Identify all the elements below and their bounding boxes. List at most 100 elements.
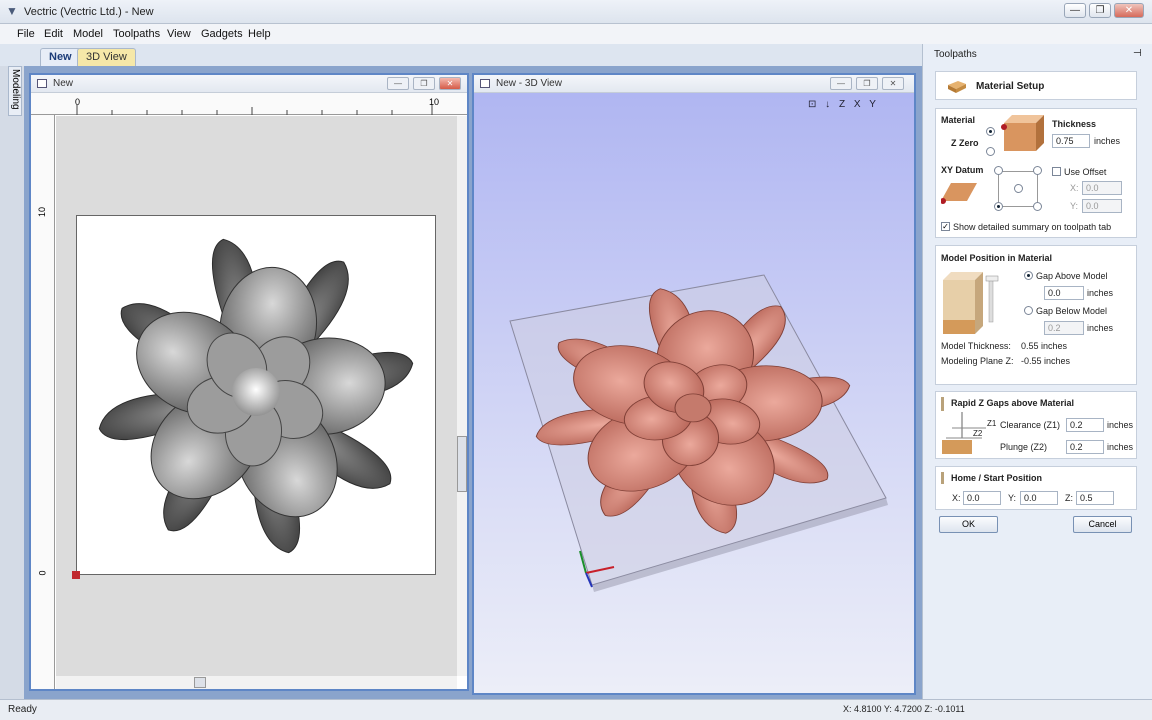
- material-setup-card: Material Setup: [935, 71, 1137, 100]
- ruler-left: 10 0: [31, 115, 55, 689]
- canvas-3d[interactable]: ⊡ ↓ Z X Y: [474, 93, 914, 693]
- horizontal-scrollbar[interactable]: [56, 676, 457, 689]
- home-z-label: Z:: [1065, 493, 1073, 503]
- tab-modeling[interactable]: Modeling: [8, 66, 22, 116]
- window-title: Vectric (Vectric Ltd.) - New: [24, 6, 154, 18]
- view-2d-maximize[interactable]: ❐: [413, 77, 435, 90]
- gap-below-label: Gap Below Model: [1036, 306, 1108, 316]
- modeling-plane-label: Modeling Plane Z:: [941, 356, 1014, 366]
- view-3d-close[interactable]: ✕: [882, 77, 904, 90]
- model-position-label: Model Position in Material: [941, 253, 1053, 263]
- offset-x-label: X:: [1070, 183, 1079, 193]
- z-zero-bottom-radio[interactable]: [986, 147, 995, 156]
- rapid-gaps-icon: [942, 412, 986, 454]
- z-zero-top-radio[interactable]: [986, 127, 995, 136]
- home-y-input[interactable]: 0.0: [1020, 491, 1058, 505]
- minimize-button[interactable]: —: [1064, 3, 1086, 18]
- offset-y-input[interactable]: 0.0: [1082, 199, 1122, 213]
- view-2d-minimize[interactable]: —: [387, 77, 409, 90]
- menu-view[interactable]: View: [167, 28, 191, 40]
- gap-above-radio[interactable]: [1024, 271, 1033, 280]
- thickness-input[interactable]: 0.75: [1052, 134, 1090, 148]
- z-zero-label: Z Zero: [951, 138, 979, 148]
- horizontal-scroll-thumb[interactable]: [194, 677, 206, 688]
- rapid-gaps-card: Rapid Z Gaps above Material Z1 Z2 Cleara…: [935, 391, 1137, 459]
- cancel-button[interactable]: Cancel: [1073, 516, 1132, 533]
- view-2d-header: New — ❐ ✕: [31, 75, 467, 93]
- material-sheet: [76, 215, 436, 575]
- status-text: Ready: [8, 704, 37, 715]
- plunge-units: inches: [1107, 442, 1134, 452]
- menu-help[interactable]: Help: [248, 28, 271, 40]
- gap-below-radio[interactable]: [1024, 306, 1033, 315]
- status-bar: Ready X: 4.8100 Y: 4.7200 Z: -0.1011: [0, 699, 1152, 720]
- view-3d-maximize[interactable]: ❐: [856, 77, 878, 90]
- menu-model[interactable]: Model: [73, 28, 103, 40]
- gap-above-units: inches: [1087, 288, 1114, 298]
- origin-marker: [72, 571, 80, 579]
- view-2d-window: New — ❐ ✕ 0 10 10 0: [29, 73, 469, 691]
- view-3d-minimize[interactable]: —: [830, 77, 852, 90]
- thickness-units: inches: [1094, 136, 1121, 146]
- close-button[interactable]: ✕: [1114, 3, 1144, 18]
- app-icon: ▼: [6, 4, 18, 18]
- home-x-input[interactable]: 0.0: [963, 491, 1001, 505]
- tab-3d-view[interactable]: 3D View: [77, 48, 136, 66]
- material-block-icon: [948, 81, 966, 93]
- gap-above-input[interactable]: 0.0: [1044, 286, 1084, 300]
- menu-gadgets[interactable]: Gadgets: [201, 28, 243, 40]
- home-position-label: Home / Start Position: [951, 473, 1043, 483]
- panel-header: Toolpaths: [934, 49, 977, 60]
- use-offset-label: Use Offset: [1064, 167, 1107, 177]
- document-tabs: New 3D View: [0, 44, 922, 66]
- tab-new[interactable]: New: [40, 48, 81, 66]
- datum-br-radio[interactable]: [1033, 202, 1042, 211]
- clearance-units: inches: [1107, 420, 1134, 430]
- model-thickness-label: Model Thickness:: [941, 341, 1011, 351]
- menu-bar: File Edit Model Toolpaths View Gadgets H…: [0, 24, 1152, 44]
- home-position-card: Home / Start Position X: 0.0 Y: 0.0 Z: 0…: [935, 466, 1137, 510]
- home-z-input[interactable]: 0.5: [1076, 491, 1114, 505]
- vertical-scrollbar[interactable]: [457, 116, 467, 676]
- pin-icon[interactable]: ⊣: [1133, 48, 1142, 59]
- window-icon: [37, 79, 47, 88]
- ruler-top: 0 10: [31, 93, 467, 115]
- modeling-plane-value: -0.55 inches: [1021, 356, 1071, 366]
- model-thickness-value: 0.55 inches: [1021, 341, 1068, 351]
- view-3d-window: New - 3D View — ❐ ✕ ⊡ ↓ Z X Y: [472, 73, 916, 695]
- view-2d-close[interactable]: ✕: [439, 77, 461, 90]
- xy-datum-label: XY Datum: [941, 165, 984, 175]
- view-3d-title: New - 3D View: [496, 78, 562, 89]
- datum-center-radio[interactable]: [1014, 184, 1023, 193]
- model-position-icon: [943, 272, 999, 334]
- canvas-2d[interactable]: [56, 116, 457, 676]
- menu-file[interactable]: File: [17, 28, 35, 40]
- summary-label: Show detailed summary on toolpath tab: [953, 222, 1112, 232]
- menu-toolpaths[interactable]: Toolpaths: [113, 28, 160, 40]
- plunge-input[interactable]: 0.2: [1066, 440, 1104, 454]
- xy-datum-icon: [941, 183, 977, 204]
- ruler-left-label-10: 10: [37, 206, 48, 218]
- offset-x-input[interactable]: 0.0: [1082, 181, 1122, 195]
- vertical-scroll-thumb[interactable]: [457, 436, 467, 492]
- model-position-card: Model Position in Material Gap Above Mod…: [935, 245, 1137, 385]
- home-card-marker: [941, 472, 944, 484]
- material-thickness-icon: [1001, 115, 1044, 151]
- material-setup-title: Material Setup: [976, 81, 1045, 92]
- flower-grayscale-image: [98, 238, 414, 554]
- datum-tl-radio[interactable]: [994, 166, 1003, 175]
- status-coordinates: X: 4.8100 Y: 4.7200 Z: -0.1011: [843, 704, 965, 714]
- home-x-label: X:: [952, 493, 961, 503]
- ok-button[interactable]: OK: [939, 516, 998, 533]
- view-2d-title: New: [53, 78, 74, 89]
- maximize-button[interactable]: ❐: [1089, 3, 1111, 18]
- clearance-input[interactable]: 0.2: [1066, 418, 1104, 432]
- summary-checkbox[interactable]: ✓: [941, 222, 950, 231]
- datum-bl-radio[interactable]: [994, 202, 1003, 211]
- menu-edit[interactable]: Edit: [44, 28, 63, 40]
- gap-below-input[interactable]: 0.2: [1044, 321, 1084, 335]
- use-offset-checkbox[interactable]: [1052, 167, 1061, 176]
- datum-tr-radio[interactable]: [1033, 166, 1042, 175]
- rapid-card-marker: [941, 397, 944, 411]
- window-icon: [480, 79, 490, 88]
